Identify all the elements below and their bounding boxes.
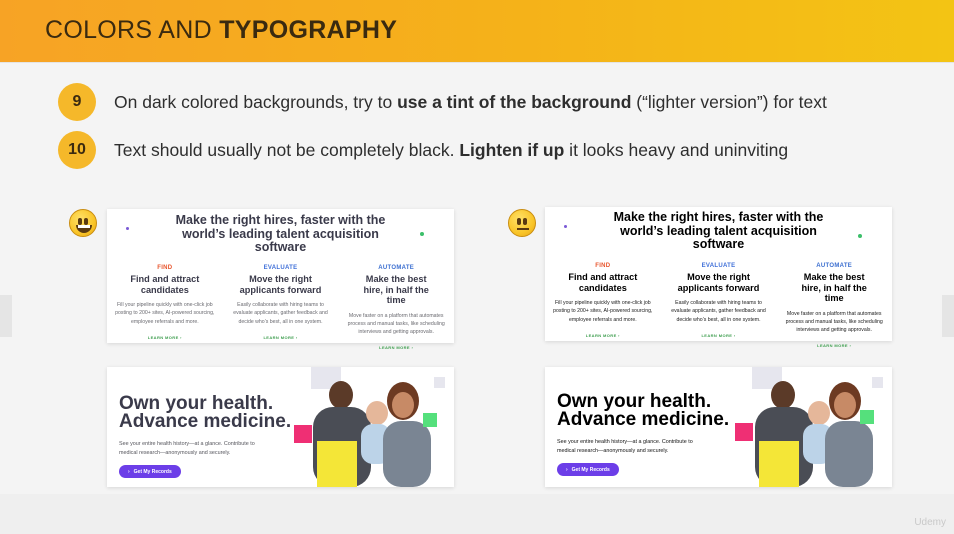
tip-10: 10 Text should usually not be completely… [58, 131, 788, 169]
slide-header: COLORS AND TYPOGRAPHY [0, 0, 954, 62]
column-heading: Find and attract candidates [130, 274, 200, 295]
health-card-right: Own your health. Advance medicine. See yo… [545, 367, 892, 487]
learn-more-link[interactable]: LEARN MORE › [782, 343, 886, 348]
feature-column-automate: AUTOMATE Make the best hire, in half the… [338, 265, 454, 350]
column-body: Move faster on a platform that automates… [347, 312, 445, 336]
column-heading: Make the best hire, in half the time [801, 272, 867, 303]
column-body: Move faster on a platform that automates… [785, 310, 883, 334]
arrow-icon: › [566, 466, 568, 473]
learn-more-link[interactable]: LEARN MORE › [113, 335, 217, 340]
feature-column-evaluate: EVALUATE Move the right applicants forwa… [223, 265, 339, 350]
learn-more-link[interactable]: LEARN MORE › [551, 333, 655, 338]
feature-columns: FIND Find and attract candidates Fill yo… [545, 263, 892, 348]
tip-text: Text should usually not be completely bl… [114, 139, 789, 160]
column-heading: Find and attract candidates [568, 272, 638, 293]
video-control-bar [0, 494, 954, 534]
get-records-button[interactable]: › Get My Records [119, 465, 181, 478]
feature-column-evaluate: EVALUATE Move the right applicants forwa… [661, 263, 777, 348]
hire-card-title: Make the right hires, faster with the wo… [613, 210, 824, 251]
feature-column-find: FIND Find and attract candidates Fill yo… [107, 265, 223, 350]
feature-column-find: FIND Find and attract candidates Fill yo… [545, 263, 661, 348]
tip-number-badge: 10 [58, 131, 96, 169]
divider-line [0, 62, 954, 63]
watermark-logo: Udemy [914, 517, 946, 528]
decor-square [423, 413, 437, 427]
prev-slide-edge[interactable] [0, 295, 12, 337]
decor-square [294, 425, 312, 443]
slide-title: COLORS AND TYPOGRAPHY [45, 16, 398, 44]
health-card-left: Own your health. Advance medicine. See yo… [107, 367, 454, 487]
learn-more-link[interactable]: LEARN MORE › [667, 333, 771, 338]
tip-9: 9 On dark colored backgrounds, try to us… [58, 83, 827, 121]
health-body: See your entire health history—at a glan… [119, 441, 255, 456]
column-heading: Move the right applicants forward [239, 274, 322, 295]
column-body: Fill your pipeline quickly with one-clic… [115, 302, 215, 325]
health-title: Own your health. Advance medicine. [557, 391, 730, 430]
column-body: Easily collaborate with hiring teams to … [233, 302, 328, 325]
column-label: EVALUATE [701, 263, 736, 269]
tip-text: On dark colored backgrounds, try to use … [114, 91, 827, 112]
next-slide-edge[interactable] [942, 295, 954, 337]
column-label: AUTOMATE [816, 263, 853, 269]
column-heading: Make the best hire, in half the time [363, 274, 429, 305]
column-label: FIND [595, 263, 611, 269]
arrow-icon: › [128, 468, 130, 475]
feature-columns: FIND Find and attract candidates Fill yo… [107, 265, 454, 350]
feature-column-automate: AUTOMATE Make the best hire, in half the… [776, 263, 892, 348]
hire-card-left: Make the right hires, faster with the wo… [107, 209, 454, 350]
learn-more-link[interactable]: LEARN MORE › [229, 335, 333, 340]
grinning-face-icon [69, 209, 97, 237]
hire-card-title: Make the right hires, faster with the wo… [175, 213, 386, 254]
get-records-button[interactable]: › Get My Records [557, 463, 619, 476]
decor-square [735, 423, 753, 441]
column-heading: Move the right applicants forward [677, 272, 760, 293]
column-label: EVALUATE [263, 265, 298, 271]
column-label: AUTOMATE [378, 265, 415, 271]
hire-card-right: Make the right hires, faster with the wo… [545, 207, 892, 348]
neutral-face-icon [508, 209, 536, 237]
decor-square [860, 410, 874, 424]
health-body: See your entire health history—at a glan… [557, 439, 693, 454]
health-title: Own your health. Advance medicine. [119, 393, 292, 432]
column-body: Fill your pipeline quickly with one-clic… [553, 300, 653, 323]
tip-number-badge: 9 [58, 83, 96, 121]
column-label: FIND [157, 265, 173, 271]
learn-more-link[interactable]: LEARN MORE › [344, 345, 448, 350]
column-body: Easily collaborate with hiring teams to … [671, 300, 766, 323]
